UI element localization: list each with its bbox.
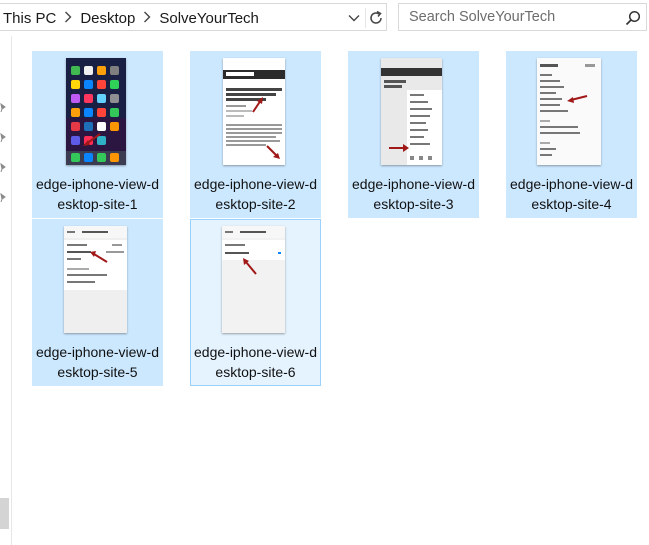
file-name-label: edge-iphone-view-desktop-site-3: [352, 176, 475, 212]
menu-screenshot: [381, 58, 442, 165]
chevron-right-icon[interactable]: [139, 11, 155, 26]
pin-icon[interactable]: [0, 100, 7, 113]
file-tile[interactable]: edge-iphone-view-desktop-site-1: [32, 51, 163, 218]
file-name-label: edge-iphone-view-desktop-site-2: [194, 176, 317, 212]
chevron-down-icon[interactable]: [346, 10, 362, 26]
file-thumbnail: [349, 52, 480, 166]
chevron-right-icon[interactable]: [60, 11, 76, 26]
file-tile[interactable]: edge-iphone-view-desktop-site-6: [190, 219, 321, 386]
breadcrumb-solveyourtech[interactable]: SolveYourTech: [155, 10, 263, 27]
navigation-scrollbar-thumb[interactable]: [0, 498, 9, 529]
file-tile[interactable]: edge-iphone-view-desktop-site-3: [348, 51, 479, 218]
pin-icon[interactable]: [0, 130, 7, 143]
file-tile[interactable]: edge-iphone-view-desktop-site-5: [32, 219, 163, 386]
pin-icon[interactable]: [0, 190, 7, 203]
search-icon[interactable]: [625, 10, 641, 26]
file-name-label: edge-iphone-view-desktop-site-1: [36, 176, 159, 212]
refresh-icon[interactable]: [365, 8, 386, 28]
file-tile[interactable]: edge-iphone-view-desktop-site-4: [506, 51, 637, 218]
pin-icon[interactable]: [0, 160, 7, 173]
breadcrumb-desktop[interactable]: Desktop: [76, 10, 139, 27]
address-bar-row: This PC Desktop SolveYourTech: [0, 0, 649, 36]
navigation-pane: [0, 36, 12, 545]
file-thumbnail: [33, 52, 164, 166]
address-bar[interactable]: This PC Desktop SolveYourTech: [0, 3, 387, 31]
file-thumbnail: [33, 220, 164, 334]
file-tile[interactable]: edge-iphone-view-desktop-site-2: [190, 51, 321, 218]
webpage-screenshot: [223, 58, 285, 165]
advanced-settings-screenshot: [64, 226, 127, 333]
breadcrumb: This PC Desktop SolveYourTech: [0, 4, 263, 32]
iphone-home-screenshot: [66, 58, 126, 165]
file-name-label: edge-iphone-view-desktop-site-4: [510, 176, 633, 212]
search-box: [398, 3, 647, 31]
file-thumbnail: [191, 52, 322, 166]
file-name-label: edge-iphone-view-desktop-site-5: [36, 344, 159, 380]
display-settings-screenshot: [222, 226, 285, 333]
file-name-label: edge-iphone-view-desktop-site-6: [194, 344, 317, 380]
file-thumbnail: [191, 220, 322, 334]
search-input[interactable]: [399, 4, 629, 30]
settings-screenshot: [537, 58, 601, 165]
file-thumbnail: [507, 52, 638, 166]
breadcrumb-this-pc[interactable]: This PC: [0, 10, 60, 27]
